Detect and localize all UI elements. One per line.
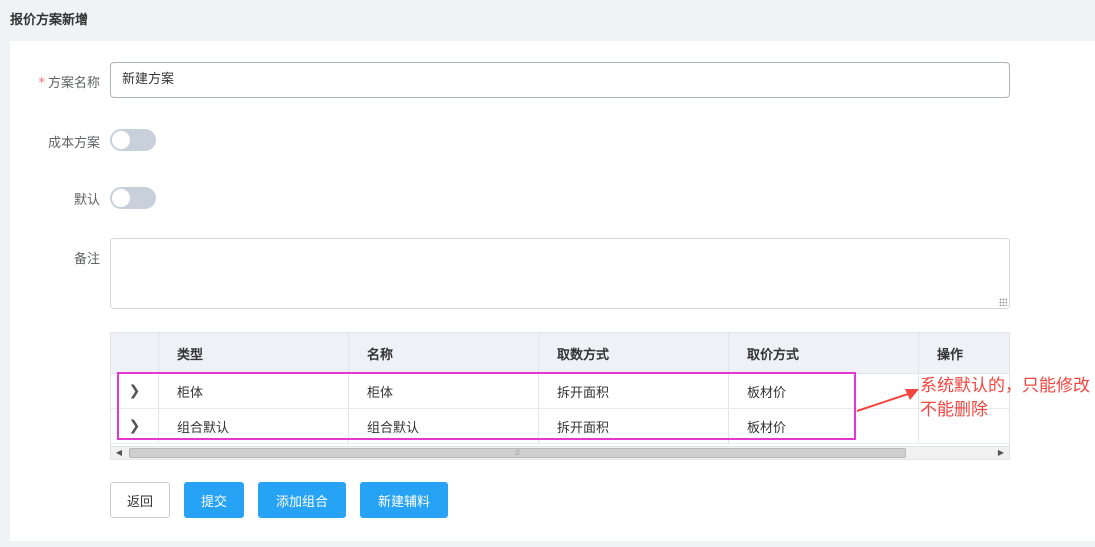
column-header-fetch: 取数方式 bbox=[539, 333, 729, 373]
expand-column-header bbox=[111, 333, 159, 373]
cell-fetch: 拆开面积 bbox=[539, 374, 729, 408]
default-label: 默认 bbox=[73, 193, 100, 208]
add-group-button[interactable]: 添加组合 bbox=[258, 482, 346, 518]
resize-handle-icon[interactable] bbox=[999, 298, 1007, 306]
cell-name: 组合默认 bbox=[349, 409, 539, 443]
column-header-price: 取价方式 bbox=[729, 333, 919, 373]
switch-knob bbox=[112, 131, 130, 149]
form-card: * 方案名称 新建方案 成本方案 默认 备注 类型 名称 取数方式 取价方式 操作… bbox=[10, 41, 1095, 541]
cost-plan-switch[interactable] bbox=[110, 129, 156, 151]
cell-type: 柜体 bbox=[159, 374, 349, 408]
annotation-arrow-icon bbox=[856, 389, 919, 412]
table-header: 类型 名称 取数方式 取价方式 操作 bbox=[111, 333, 1009, 374]
name-label: * 方案名称 bbox=[38, 76, 100, 91]
column-header-name: 名称 bbox=[349, 333, 539, 373]
switch-knob bbox=[112, 189, 130, 207]
cell-name: 柜体 bbox=[349, 374, 539, 408]
grip-icon: ⦙⦙⦙ bbox=[515, 449, 520, 457]
cost-plan-label: 成本方案 bbox=[47, 136, 100, 151]
required-mark: * bbox=[38, 76, 45, 91]
horizontal-scrollbar[interactable]: ◀ ⦙⦙⦙ ▶ bbox=[111, 446, 1009, 459]
column-header-type: 类型 bbox=[159, 333, 349, 373]
cell-fetch: 拆开面积 bbox=[539, 409, 729, 443]
scroll-left-icon[interactable]: ◀ bbox=[113, 447, 125, 459]
chevron-right-icon[interactable]: ❯ bbox=[111, 374, 159, 408]
scrollbar-thumb[interactable]: ⦙⦙⦙ bbox=[129, 448, 906, 458]
page-title: 报价方案新增 bbox=[10, 13, 89, 28]
scroll-right-icon[interactable]: ▶ bbox=[995, 447, 1007, 459]
remark-label: 备注 bbox=[73, 252, 100, 267]
back-button[interactable]: 返回 bbox=[110, 482, 170, 518]
annotation-text: 系统默认的，只能修改不能删除 bbox=[920, 376, 1090, 420]
remark-textarea[interactable] bbox=[110, 238, 1010, 309]
new-material-button[interactable]: 新建辅料 bbox=[360, 482, 448, 518]
chevron-right-icon[interactable]: ❯ bbox=[111, 409, 159, 443]
name-input[interactable]: 新建方案 bbox=[110, 62, 1010, 98]
default-switch[interactable] bbox=[110, 187, 156, 209]
cell-type: 组合默认 bbox=[159, 409, 349, 443]
column-header-actions: 操作 bbox=[937, 347, 964, 363]
submit-button[interactable]: 提交 bbox=[184, 482, 244, 518]
